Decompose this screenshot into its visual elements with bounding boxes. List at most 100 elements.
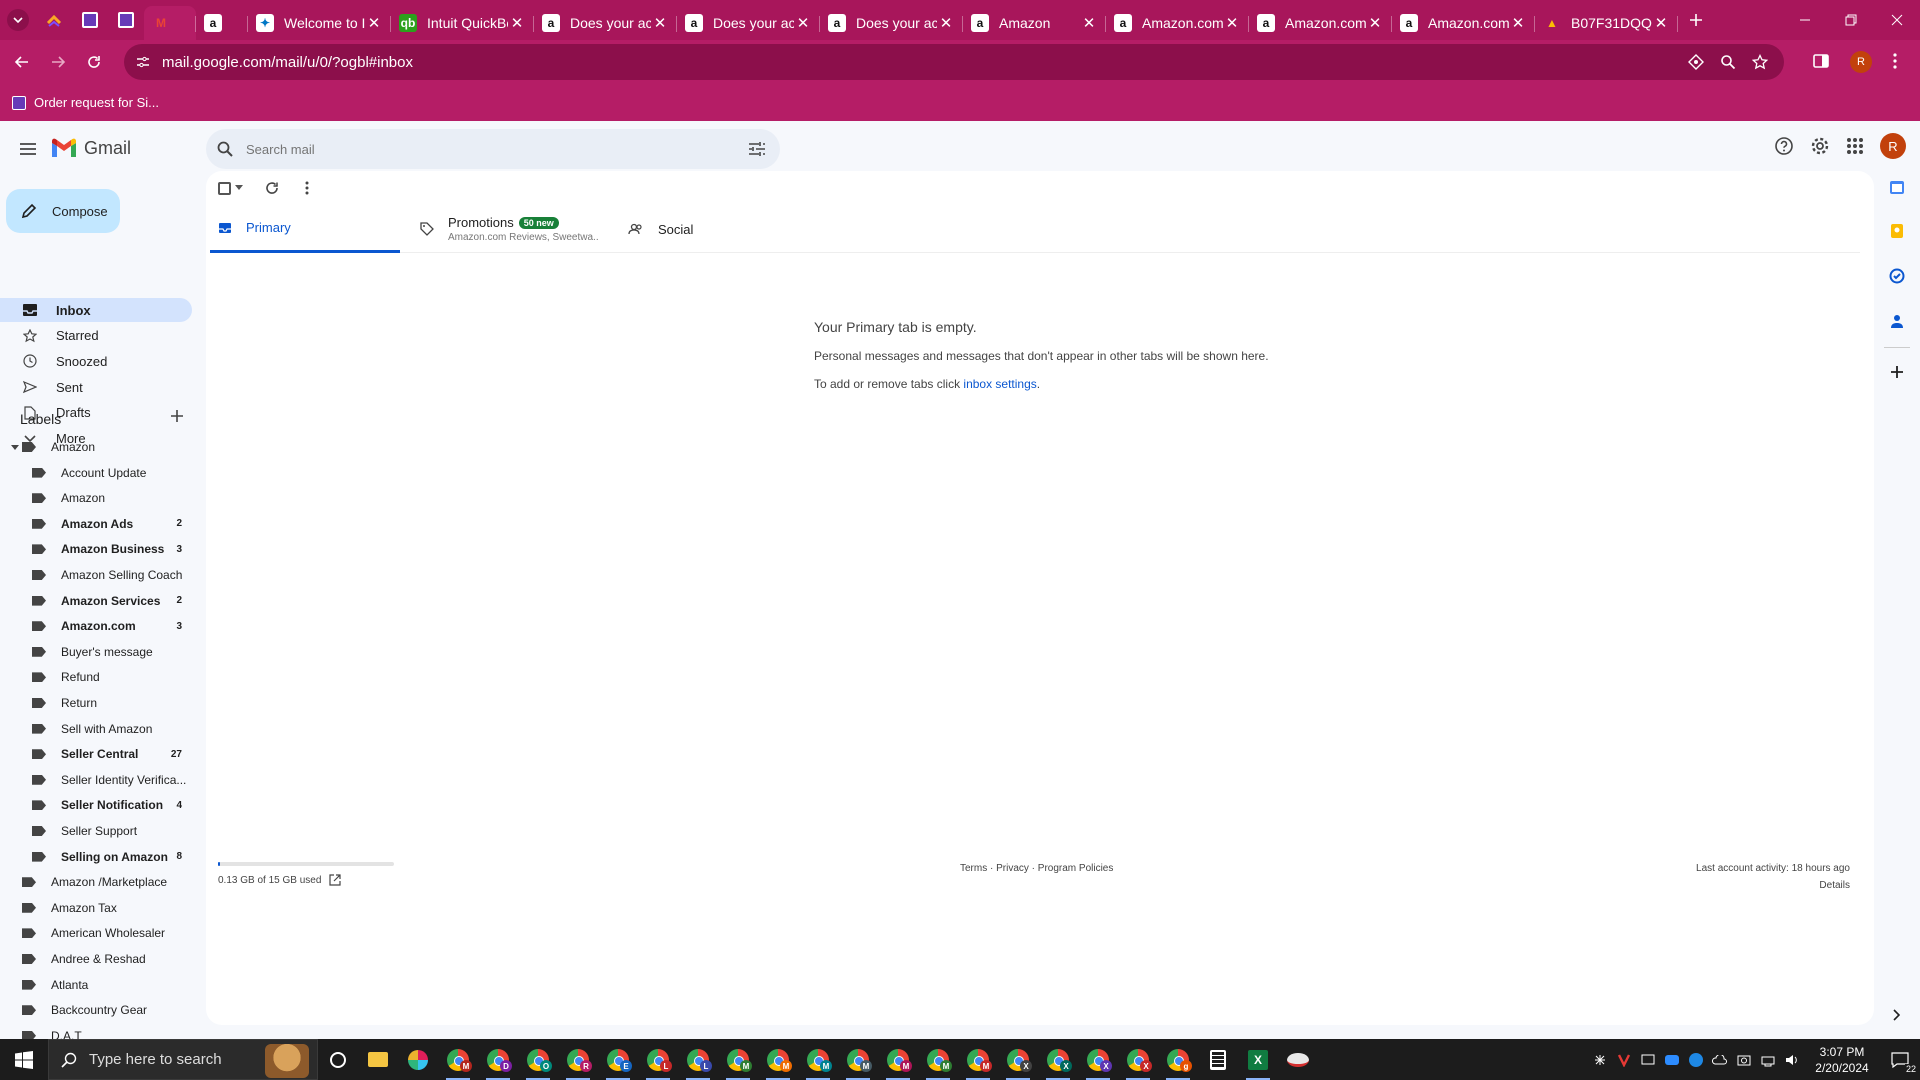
taskbar-clock[interactable]: 3:07 PM 2/20/2024 bbox=[1804, 1044, 1880, 1076]
taskbar-chrome-window[interactable]: X bbox=[1078, 1039, 1118, 1080]
more-options-button[interactable] bbox=[305, 181, 309, 195]
close-tab-icon[interactable]: ✕ bbox=[1652, 14, 1670, 32]
taskbar-chrome-window[interactable]: X bbox=[998, 1039, 1038, 1080]
new-tab-button[interactable] bbox=[1678, 0, 1714, 40]
bookmark-order-request[interactable]: Order request for Si... bbox=[12, 95, 159, 110]
label-item[interactable]: Seller Support bbox=[0, 820, 192, 842]
browser-tab[interactable]: ▲ B07F31DQQJ ✕ bbox=[1535, 6, 1678, 40]
taskbar-chrome-window[interactable]: O bbox=[518, 1039, 558, 1080]
taskbar-search[interactable]: Type here to search bbox=[48, 1039, 318, 1080]
gmail-logo[interactable]: Gmail bbox=[50, 137, 131, 159]
file-explorer-button[interactable] bbox=[358, 1039, 398, 1080]
excel-button[interactable]: X bbox=[1238, 1039, 1278, 1080]
task-view-button[interactable] bbox=[318, 1039, 358, 1080]
expand-caret-icon[interactable] bbox=[11, 444, 19, 450]
taskbar-chrome-window[interactable]: X bbox=[1118, 1039, 1158, 1080]
label-item[interactable]: Refund bbox=[0, 666, 192, 688]
close-tab-icon[interactable]: ✕ bbox=[937, 14, 955, 32]
tray-volume-icon[interactable] bbox=[1780, 1039, 1804, 1080]
nav-item-inbox[interactable]: Inbox bbox=[0, 298, 192, 322]
label-item[interactable]: Backcountry Gear bbox=[0, 999, 192, 1021]
taskbar-chrome-window[interactable]: M bbox=[798, 1039, 838, 1080]
forward-button[interactable] bbox=[40, 42, 76, 82]
label-item[interactable]: American Wholesaler bbox=[0, 922, 192, 944]
taskbar-chrome-window[interactable]: M bbox=[878, 1039, 918, 1080]
close-tab-icon[interactable]: ✕ bbox=[794, 14, 812, 32]
tab-search-button[interactable] bbox=[0, 0, 36, 40]
nav-item-starred[interactable]: Starred bbox=[0, 324, 192, 348]
browser-tab[interactable]: a Amazon ✕ bbox=[963, 6, 1106, 40]
pinned-tab-clickup[interactable] bbox=[36, 0, 72, 40]
taskbar-chrome-window[interactable]: L bbox=[638, 1039, 678, 1080]
browser-tab[interactable]: a Does your ac ✕ bbox=[677, 6, 820, 40]
start-button[interactable] bbox=[0, 1039, 48, 1080]
refresh-button[interactable] bbox=[265, 181, 279, 195]
calculator-button[interactable] bbox=[1198, 1039, 1238, 1080]
browser-menu-icon[interactable] bbox=[1893, 52, 1897, 70]
minimize-button[interactable] bbox=[1782, 0, 1828, 40]
compose-button[interactable]: Compose bbox=[6, 189, 120, 233]
taskbar-chrome-window[interactable]: X bbox=[1038, 1039, 1078, 1080]
tray-onedrive-icon[interactable] bbox=[1708, 1039, 1732, 1080]
show-side-panel-button[interactable] bbox=[1892, 1009, 1900, 1021]
main-menu-button[interactable] bbox=[18, 141, 38, 157]
label-item[interactable]: Amazon Ads 2 bbox=[0, 513, 192, 535]
browser-tab[interactable]: a Does your ac ✕ bbox=[820, 6, 963, 40]
slack-button[interactable] bbox=[398, 1039, 438, 1080]
tray-wifi-icon[interactable] bbox=[1756, 1039, 1780, 1080]
pinned-tab-forms-2[interactable] bbox=[108, 0, 144, 40]
details-link[interactable]: Details bbox=[1696, 880, 1850, 891]
taskbar-chrome-window[interactable]: M bbox=[718, 1039, 758, 1080]
taskbar-chrome-window[interactable]: M bbox=[438, 1039, 478, 1080]
label-item[interactable]: Atlanta bbox=[0, 974, 192, 996]
close-tab-icon[interactable]: ✕ bbox=[1080, 14, 1098, 32]
label-item[interactable]: Sell with Amazon bbox=[0, 718, 192, 740]
support-icon[interactable] bbox=[1774, 136, 1794, 156]
contacts-icon[interactable] bbox=[1889, 313, 1905, 329]
browser-tab[interactable]: a bbox=[196, 6, 248, 40]
tray-vpn-icon[interactable] bbox=[1684, 1039, 1708, 1080]
google-apps-icon[interactable] bbox=[1846, 137, 1864, 155]
keep-icon[interactable] bbox=[1889, 223, 1905, 239]
close-tab-icon[interactable]: ✕ bbox=[365, 14, 383, 32]
browser-tab[interactable]: a Amazon.com ✕ bbox=[1106, 6, 1249, 40]
label-item[interactable]: Amazon.com 3 bbox=[0, 615, 192, 637]
tray-zoom-icon[interactable] bbox=[1660, 1039, 1684, 1080]
tray-network-icon[interactable] bbox=[1588, 1039, 1612, 1080]
close-window-button[interactable] bbox=[1874, 0, 1920, 40]
snipping-tool-button[interactable] bbox=[1278, 1039, 1318, 1080]
footer-links[interactable]: Terms · Privacy · Program Policies bbox=[960, 863, 1113, 874]
tasks-icon[interactable] bbox=[1889, 268, 1905, 284]
label-item[interactable]: Amazon bbox=[0, 487, 192, 509]
label-item[interactable]: Amazon Business 3 bbox=[0, 538, 192, 560]
label-item[interactable]: Amazon Services 2 bbox=[0, 590, 192, 612]
restore-button[interactable] bbox=[1828, 0, 1874, 40]
tab-social[interactable]: Social bbox=[628, 205, 748, 253]
profile-avatar[interactable]: R bbox=[1850, 51, 1872, 73]
label-item[interactable]: Amazon Selling Coach bbox=[0, 564, 192, 586]
nav-item-snoozed[interactable]: Snoozed bbox=[0, 349, 192, 373]
label-item[interactable]: Buyer's message bbox=[0, 641, 192, 663]
notification-center[interactable]: 22 bbox=[1880, 1039, 1920, 1080]
open-in-new-icon[interactable] bbox=[329, 874, 342, 886]
side-panel-icon[interactable] bbox=[1812, 52, 1830, 70]
browser-tab[interactable]: a Amazon.com ✕ bbox=[1249, 6, 1392, 40]
taskbar-chrome-window[interactable]: g bbox=[1158, 1039, 1198, 1080]
reload-button[interactable] bbox=[76, 42, 112, 82]
zoom-icon[interactable] bbox=[1720, 54, 1752, 70]
browser-tab[interactable]: a Amazon.com ✕ bbox=[1392, 6, 1535, 40]
bookmark-star-icon[interactable] bbox=[1752, 54, 1784, 70]
nav-item-sent[interactable]: Sent bbox=[0, 375, 192, 399]
close-tab-icon[interactable]: ✕ bbox=[1509, 14, 1527, 32]
label-item[interactable]: Seller Notification 4 bbox=[0, 794, 192, 816]
label-item[interactable]: Amazon /Marketplace bbox=[0, 871, 192, 893]
label-item[interactable]: Selling on Amazon 8 bbox=[0, 846, 192, 868]
close-tab-icon[interactable]: ✕ bbox=[508, 14, 526, 32]
calendar-icon[interactable] bbox=[1889, 179, 1905, 195]
taskbar-chrome-window[interactable]: E bbox=[598, 1039, 638, 1080]
create-label-button[interactable] bbox=[170, 409, 184, 423]
search-input[interactable] bbox=[246, 141, 726, 157]
taskbar-chrome-window[interactable]: M bbox=[918, 1039, 958, 1080]
back-button[interactable] bbox=[4, 42, 40, 82]
site-info-icon[interactable] bbox=[124, 54, 162, 70]
